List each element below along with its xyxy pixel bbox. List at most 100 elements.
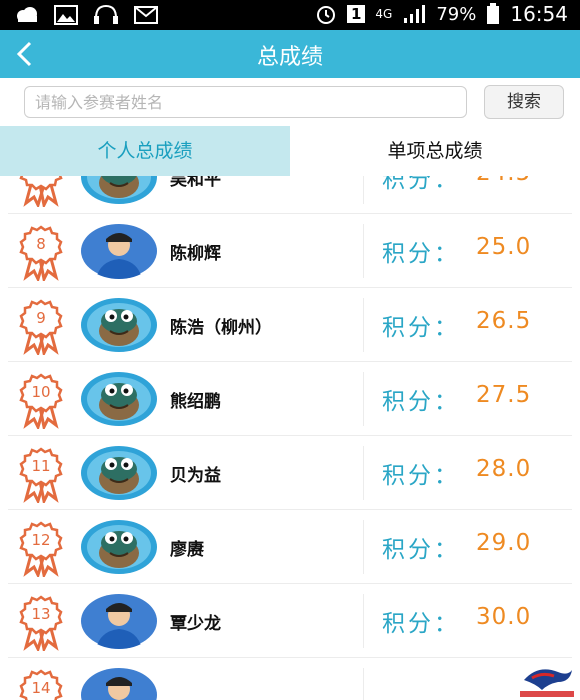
score-label: 积分： [382,537,460,563]
status-bar: 1 4G 79% 16:54 [0,0,580,30]
rank-ribbon-icon [19,595,63,651]
rank-number: 12 [31,531,51,549]
player-name: 廖赓 [170,540,204,560]
tab-individual-total[interactable]: 个人总成绩 [0,126,290,176]
player-name: 陈柳辉 [170,244,221,264]
ranking-list-content: 7吴和平积分：24.58陈柳辉积分：25.09陈浩（柳州）积分：26.510熊绍… [0,176,580,700]
battery-percent: 79% [436,3,477,25]
rank-ribbon-icon [19,176,63,207]
sim-indicator: 1 [346,5,366,23]
player-name: 贝为益 [170,466,221,486]
mail-icon [134,6,158,24]
frog-avatar-icon [81,176,157,204]
page-title: 总成绩 [256,45,323,70]
watermark-logo [520,669,574,697]
player-name: 陈浩（柳州） [170,318,272,338]
score-label: 积分： [382,176,460,193]
player-name: 熊绍鹏 [170,392,221,412]
list-item[interactable]: 7 吴和平 积分： 24.5 [8,176,572,214]
rank-number: 14 [31,679,51,697]
status-right-icons: 1 4G 79% 16:54 [315,2,568,26]
list-item[interactable]: 8 陈柳辉 积分： 25.0 [8,214,572,288]
rank-badge: 7 [18,176,70,207]
search-button[interactable]: 搜索 [484,85,564,119]
score-label: 积分： [382,611,460,637]
rank-number: 11 [31,457,51,475]
avatar [80,223,158,279]
column-divider [363,668,364,700]
list-item[interactable]: 14 [8,658,572,700]
rank-number: 9 [36,309,46,327]
score-label: 积分： [382,315,460,341]
rank-number: 13 [31,605,51,623]
rank-badge: 10 [18,373,70,429]
rank-ribbon-icon [19,521,63,577]
alarm-icon [316,6,335,24]
score-value: 26.5 [476,308,532,334]
rank-badge: 8 [18,225,70,281]
weather-cloud-icon [17,7,37,22]
avatar [80,371,158,427]
avatar [80,593,158,649]
rank-number: 8 [36,235,46,253]
column-divider [363,446,364,500]
app-root: 1 4G 79% 16:54 总成绩 搜索 个人总成绩 单项总成绩 [0,0,580,700]
rank-ribbon-icon [19,299,63,355]
column-divider [363,372,364,426]
player-name: 吴和平 [170,176,221,190]
score-value: 28.0 [476,456,532,482]
score-label: 积分： [382,241,460,267]
score-value: 27.5 [476,382,532,408]
list-item[interactable]: 13 覃少龙 积分： 30.0 [8,584,572,658]
list-item[interactable]: 10 熊绍鹏 积分： 27.5 [8,362,572,436]
score-label: 积分： [382,463,460,489]
frog-avatar-icon [81,298,157,352]
frog-avatar-icon [81,520,157,574]
tab-single-item-total[interactable]: 单项总成绩 [290,126,580,176]
column-divider [363,594,364,648]
avatar [80,519,158,575]
score-label: 积分： [382,389,460,415]
rank-badge: 9 [18,299,70,355]
score-value: 25.0 [476,234,532,260]
score-value: 29.0 [476,530,532,556]
network-type: 4G [375,7,393,21]
list-item[interactable]: 9 陈浩（柳州） 积分： 26.5 [8,288,572,362]
list-item[interactable]: 12 廖赓 积分： 29.0 [8,510,572,584]
ranking-list[interactable]: 7吴和平积分：24.58陈柳辉积分：25.09陈浩（柳州）积分：26.510熊绍… [0,176,580,700]
column-divider [363,176,364,204]
rank-number: 10 [31,383,51,401]
gallery-icon [54,5,78,25]
status-left-icons [14,4,158,26]
tab-bar: 个人总成绩 单项总成绩 [0,126,580,176]
avatar [80,176,158,205]
rank-badge: 11 [18,447,70,503]
list-item[interactable]: 11 贝为益 积分： 28.0 [8,436,572,510]
avatar [80,667,158,700]
rank-ribbon-icon [19,373,63,429]
clock: 16:54 [510,2,568,26]
rank-number: 7 [18,176,64,179]
frog-avatar-icon [81,446,157,500]
avatar [80,297,158,353]
column-divider [363,520,364,574]
column-divider [363,298,364,352]
search-row: 搜索 [0,78,580,126]
rank-badge: 13 [18,595,70,651]
rank-ribbon-icon [19,225,63,281]
title-bar: 总成绩 [0,30,580,78]
column-divider [363,224,364,278]
search-input[interactable] [24,86,467,118]
rank-badge: 14 [18,669,70,700]
user-photo-icon [81,224,157,279]
score-value: 30.0 [476,604,532,630]
signal-icon [404,5,426,23]
frog-avatar-icon [81,372,157,426]
battery-icon [487,3,500,24]
user-photo-icon [81,594,157,649]
score-value: 24.5 [476,176,531,186]
avatar [80,445,158,501]
rank-badge: 12 [18,521,70,577]
user-photo-icon [81,668,157,700]
player-name: 覃少龙 [170,614,221,634]
